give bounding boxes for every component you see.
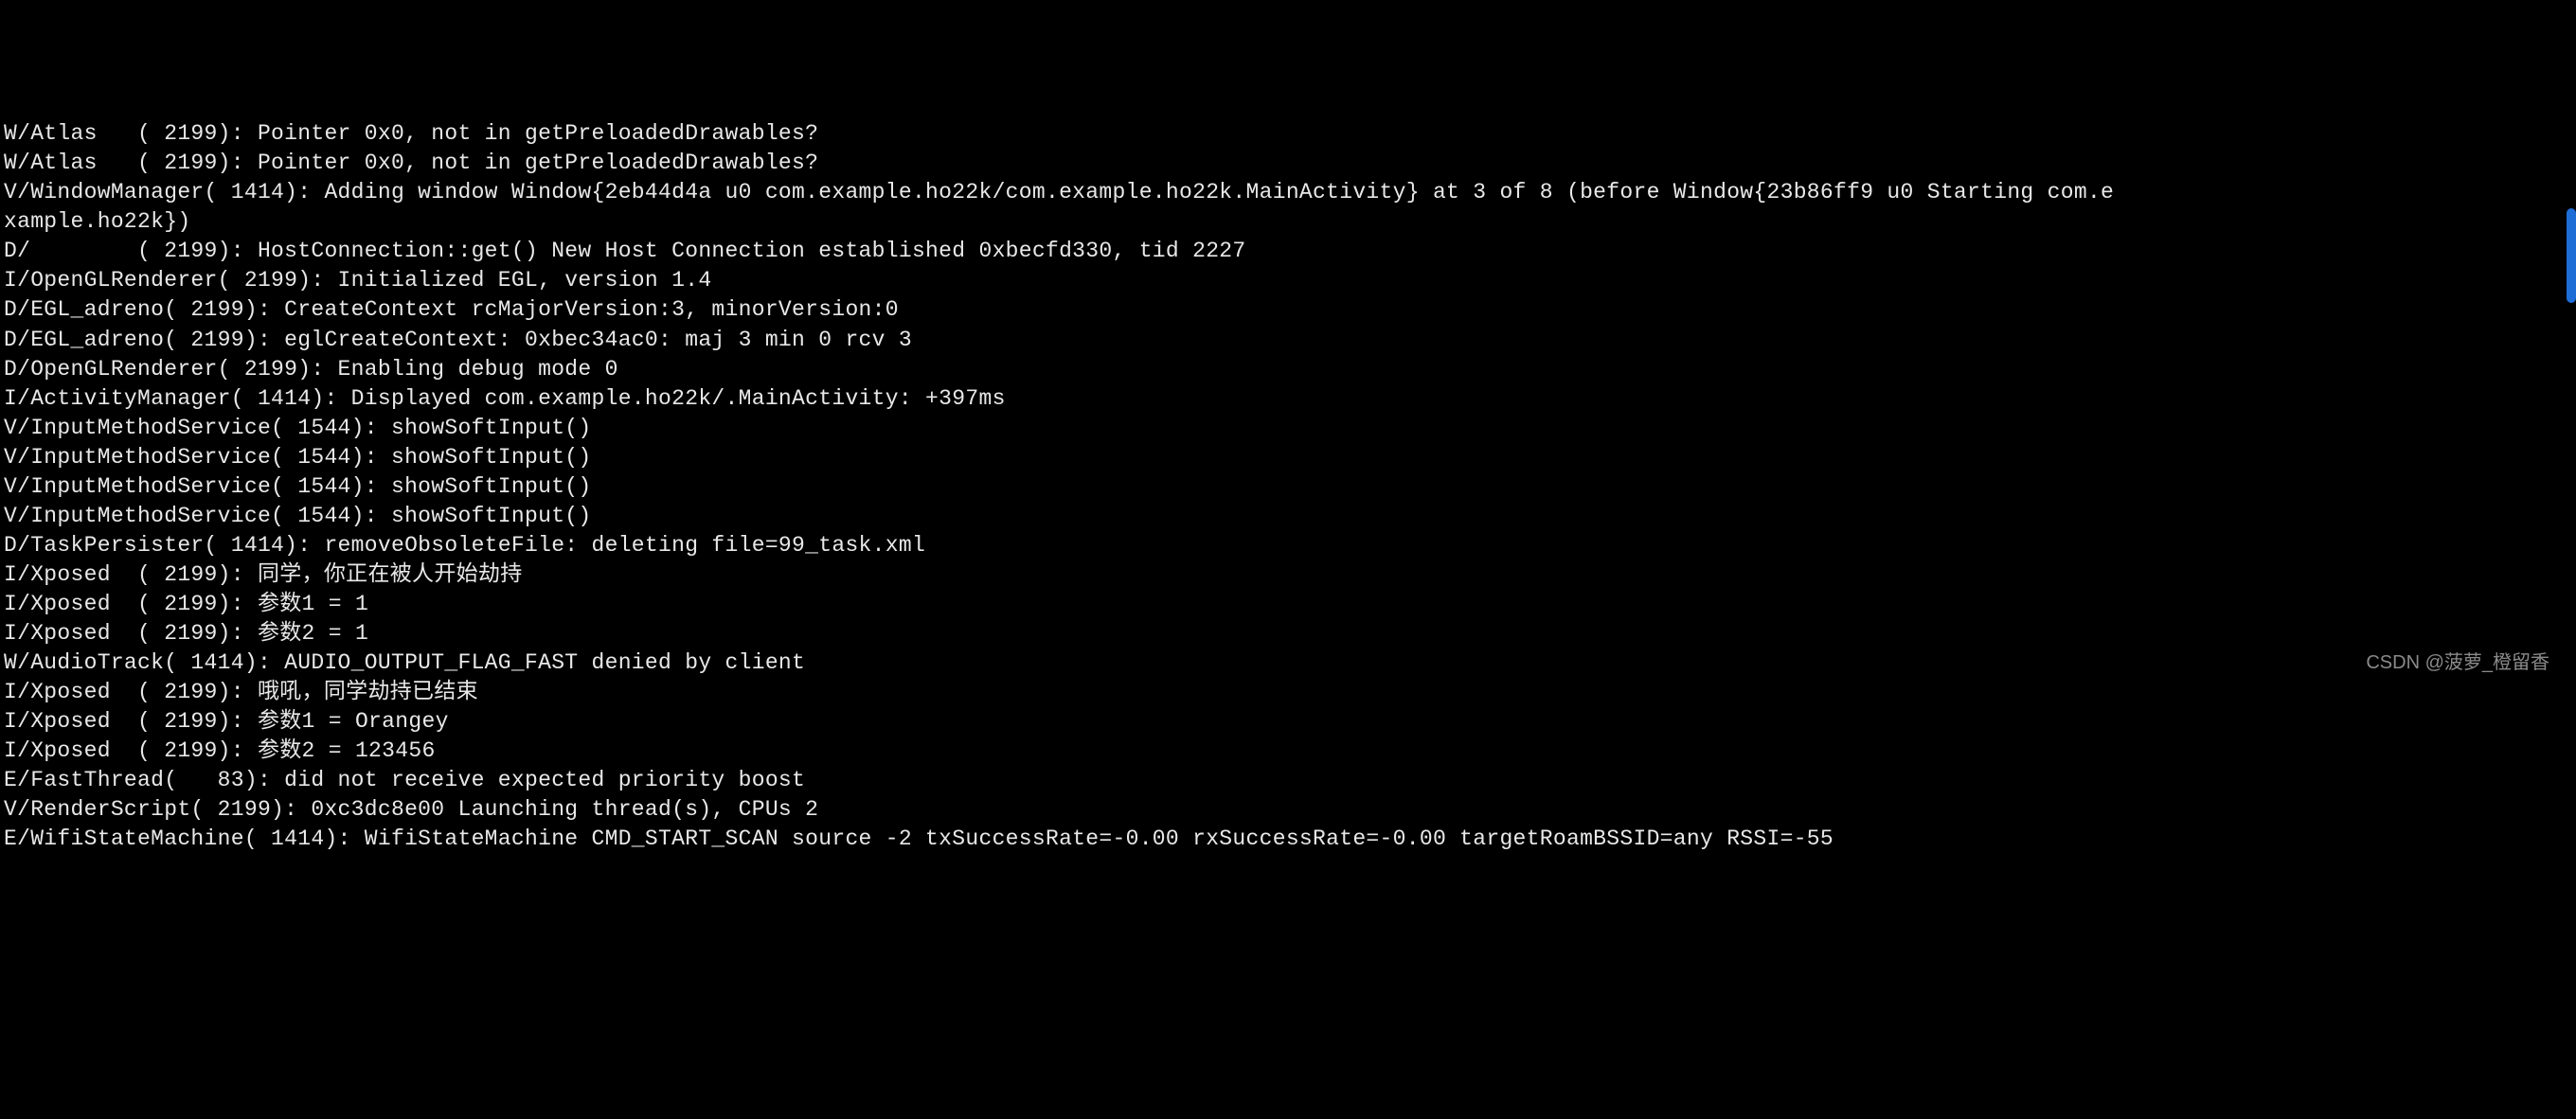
log-line: V/RenderScript( 2199): 0xc3dc8e00 Launch… [4, 795, 2576, 825]
log-line: V/InputMethodService( 1544): showSoftInp… [4, 472, 2576, 502]
log-line: D/EGL_adreno( 2199): CreateContext rcMaj… [4, 295, 2576, 325]
log-line: xample.ho22k}) [4, 207, 2576, 237]
logcat-output[interactable]: W/Atlas ( 2199): Pointer 0x0, not in get… [4, 119, 2576, 854]
watermark-text: CSDN @菠萝_橙留香 [2366, 650, 2549, 676]
log-line: D/EGL_adreno( 2199): eglCreateContext: 0… [4, 326, 2576, 355]
log-line: I/Xposed ( 2199): 参数2 = 1 [4, 619, 2576, 648]
log-line: I/ActivityManager( 1414): Displayed com.… [4, 384, 2576, 414]
log-line: V/WindowManager( 1414): Adding window Wi… [4, 178, 2576, 207]
log-line: W/AudioTrack( 1414): AUDIO_OUTPUT_FLAG_F… [4, 648, 2576, 678]
log-line: V/InputMethodService( 1544): showSoftInp… [4, 414, 2576, 443]
log-line: I/Xposed ( 2199): 参数1 = Orangey [4, 707, 2576, 737]
log-line: I/Xposed ( 2199): 参数2 = 123456 [4, 737, 2576, 766]
log-line: I/Xposed ( 2199): 哦吼，同学劫持已结束 [4, 678, 2576, 707]
scrollbar-thumb[interactable] [2567, 208, 2576, 303]
log-line: I/Xposed ( 2199): 参数1 = 1 [4, 590, 2576, 619]
log-line: V/InputMethodService( 1544): showSoftInp… [4, 502, 2576, 531]
log-line: E/FastThread( 83): did not receive expec… [4, 766, 2576, 795]
log-line: D/OpenGLRenderer( 2199): Enabling debug … [4, 355, 2576, 384]
log-line: I/Xposed ( 2199): 同学，你正在被人开始劫持 [4, 560, 2576, 590]
log-line: V/InputMethodService( 1544): showSoftInp… [4, 443, 2576, 472]
log-line: D/TaskPersister( 1414): removeObsoleteFi… [4, 531, 2576, 560]
log-line: W/Atlas ( 2199): Pointer 0x0, not in get… [4, 149, 2576, 178]
log-line: I/OpenGLRenderer( 2199): Initialized EGL… [4, 266, 2576, 295]
log-line: W/Atlas ( 2199): Pointer 0x0, not in get… [4, 119, 2576, 149]
log-line: D/ ( 2199): HostConnection::get() New Ho… [4, 237, 2576, 266]
log-line: E/WifiStateMachine( 1414): WifiStateMach… [4, 825, 2576, 854]
